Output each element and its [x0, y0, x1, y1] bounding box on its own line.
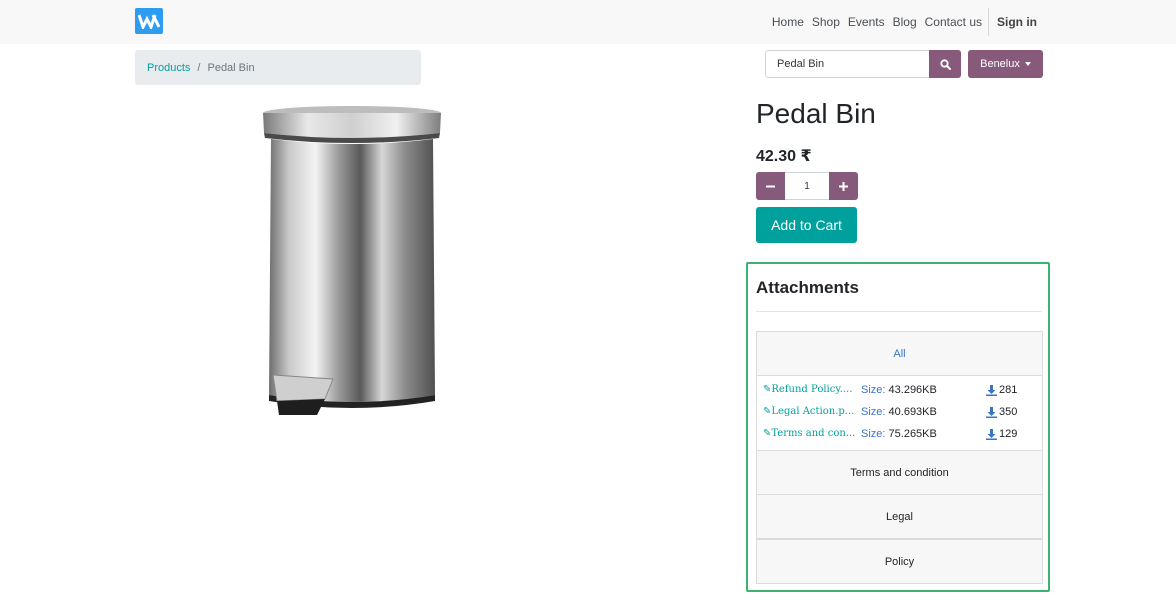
download-button[interactable]: 281: [986, 384, 1017, 396]
download-icon: [986, 406, 997, 418]
plus-icon: [839, 181, 848, 191]
size-label: Size:: [861, 384, 886, 396]
quantity-input[interactable]: 1: [785, 172, 829, 200]
pricelist-label: Benelux: [980, 58, 1020, 70]
attachments-divider: [756, 311, 1042, 312]
product-image: [255, 103, 450, 425]
size-value: 40.693KB: [888, 406, 937, 418]
attachments-panel: Attachments All ✎Refund Policy.... Size:…: [746, 262, 1050, 592]
breadcrumb: Products / Pedal Bin: [135, 50, 421, 85]
file-row: ✎Legal Action.p... Size: 40.693KB 350: [757, 404, 1044, 424]
download-button[interactable]: 350: [986, 406, 1017, 418]
size-label: Size:: [861, 428, 886, 440]
nav-divider: [988, 8, 989, 36]
download-count: 129: [999, 428, 1018, 440]
search-button[interactable]: [929, 50, 961, 78]
product-price: 42.30 ₹: [756, 148, 812, 165]
attachment-name: Terms and con...: [771, 428, 856, 439]
breadcrumb-separator: /: [197, 61, 201, 74]
size-value: 75.265KB: [888, 428, 937, 440]
quantity-stepper: 1: [756, 172, 858, 200]
nav-blog[interactable]: Blog: [889, 15, 921, 29]
product-title: Pedal Bin: [756, 98, 876, 129]
file-size: Size: 40.693KB: [861, 406, 937, 418]
attachment-link[interactable]: ✎Terms and con...: [763, 428, 855, 439]
download-count: 350: [999, 406, 1018, 418]
download-button[interactable]: 129: [986, 428, 1017, 440]
nav-home[interactable]: Home: [768, 15, 808, 29]
brand-logo[interactable]: [135, 8, 163, 34]
pricelist-dropdown[interactable]: Benelux: [968, 50, 1043, 78]
accordion-legal[interactable]: Legal: [756, 494, 1043, 539]
nav-events[interactable]: Events: [844, 15, 889, 29]
minus-icon: [766, 185, 775, 187]
caret-down-icon: [1024, 62, 1031, 66]
add-to-cart-button[interactable]: Add to Cart: [756, 207, 857, 243]
attachment-file-list: ✎Refund Policy.... Size: 43.296KB 281 ✎L…: [756, 376, 1043, 450]
sign-in-link[interactable]: Sign in: [993, 15, 1041, 29]
download-icon: [986, 428, 997, 440]
main-menu: Home Shop Events Blog Contact us Sign in: [768, 0, 1041, 44]
accordion-policy[interactable]: Policy: [756, 539, 1043, 584]
download-icon: [986, 384, 997, 396]
download-count: 281: [999, 384, 1018, 396]
file-row: ✎Refund Policy.... Size: 43.296KB 281: [757, 382, 1044, 402]
size-value: 43.296KB: [888, 384, 937, 396]
attachments-title: Attachments: [756, 278, 859, 297]
search-input[interactable]: Pedal Bin: [765, 50, 929, 78]
top-navbar: Home Shop Events Blog Contact us Sign in: [0, 0, 1176, 44]
file-size: Size: 75.265KB: [861, 428, 937, 440]
accordion-all[interactable]: All: [756, 331, 1043, 376]
file-size: Size: 43.296KB: [861, 384, 937, 396]
attachment-name: Refund Policy....: [771, 384, 853, 395]
accordion-terms-and-condition[interactable]: Terms and condition: [756, 450, 1043, 495]
breadcrumb-products-link[interactable]: Products: [147, 62, 190, 74]
logo-icon: [138, 14, 160, 29]
nav-shop[interactable]: Shop: [808, 15, 844, 29]
quantity-decrease-button[interactable]: [756, 172, 785, 200]
size-label: Size:: [861, 406, 886, 418]
quantity-increase-button[interactable]: [829, 172, 858, 200]
nav-contact-us[interactable]: Contact us: [921, 15, 986, 29]
attachment-name: Legal Action.p...: [771, 406, 855, 417]
file-row: ✎Terms and con... Size: 75.265KB 129: [757, 426, 1044, 446]
attachment-link[interactable]: ✎Refund Policy....: [763, 384, 852, 395]
breadcrumb-current: Pedal Bin: [207, 61, 255, 74]
search-icon: [939, 58, 951, 70]
attachment-link[interactable]: ✎Legal Action.p...: [763, 406, 854, 417]
